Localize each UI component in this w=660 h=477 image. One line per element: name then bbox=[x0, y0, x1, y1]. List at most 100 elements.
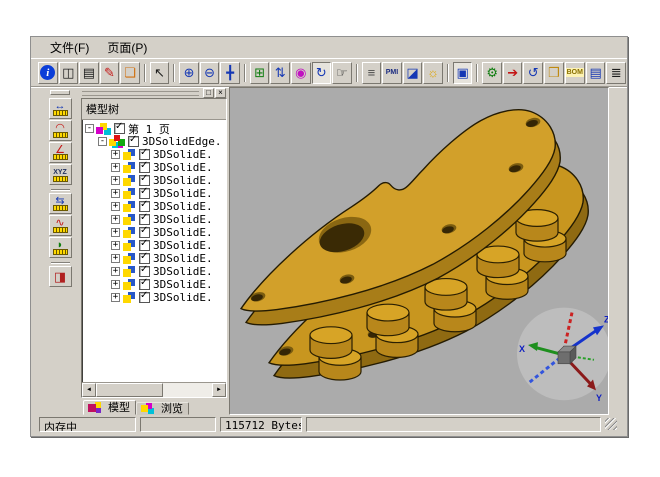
measure-volume-button[interactable]: ◨ bbox=[49, 266, 72, 287]
visibility-checkbox[interactable] bbox=[139, 162, 150, 173]
scroll-left-button[interactable]: ◄ bbox=[82, 383, 96, 397]
measure-radius-button[interactable]: ◠ bbox=[49, 120, 72, 141]
bom-button[interactable]: BOM bbox=[565, 62, 585, 84]
expand-toggle[interactable]: + bbox=[111, 163, 120, 172]
hand-pan-button[interactable]: ☞ bbox=[332, 62, 352, 84]
scroll-track[interactable] bbox=[96, 383, 212, 397]
tree-node-part[interactable]: + 3DSolidE. bbox=[82, 174, 226, 187]
measure-icon: ↔ bbox=[55, 101, 66, 112]
spin-button[interactable]: ↻ bbox=[312, 62, 332, 84]
visibility-checkbox[interactable] bbox=[139, 227, 150, 238]
export-button[interactable]: ❏ bbox=[120, 62, 140, 84]
tree-node-part[interactable]: + 3DSolidE. bbox=[82, 252, 226, 265]
expand-toggle[interactable]: + bbox=[111, 150, 120, 159]
markup-pen-button[interactable]: ✎ bbox=[100, 62, 120, 84]
pmi-button[interactable]: PMI bbox=[382, 62, 402, 84]
tree-node-part[interactable]: + 3DSolidE. bbox=[82, 226, 226, 239]
measure-gap-button[interactable]: ⇆ bbox=[49, 193, 72, 214]
zoom-window-button[interactable]: ⊞ bbox=[250, 62, 270, 84]
assembly-blocks-button[interactable]: ❒ bbox=[544, 62, 564, 84]
expand-toggle[interactable]: + bbox=[111, 228, 120, 237]
print-button[interactable]: ▤ bbox=[79, 62, 99, 84]
measure-coordinate-button[interactable]: XYZ bbox=[49, 164, 72, 185]
visibility-checkbox[interactable] bbox=[139, 175, 150, 186]
orientation-gizmo[interactable]: Z X Y bbox=[517, 308, 608, 404]
measure-icon: ⇆ bbox=[55, 196, 64, 207]
tree-node-part[interactable]: + 3DSolidE. bbox=[82, 161, 226, 174]
tab-browse[interactable]: 浏览 bbox=[136, 402, 189, 415]
tree-node-part[interactable]: + 3DSolidE. bbox=[82, 239, 226, 252]
expand-toggle[interactable]: + bbox=[111, 241, 120, 250]
visibility-checkbox[interactable] bbox=[139, 149, 150, 160]
panel-maximize-button[interactable]: □ bbox=[203, 88, 214, 98]
resize-grip[interactable] bbox=[605, 418, 617, 430]
toolbar-gripper[interactable] bbox=[50, 90, 70, 95]
tree-node-part[interactable]: + 3DSolidE. bbox=[82, 291, 226, 304]
tree-node-part[interactable]: + 3DSolidE. bbox=[82, 200, 226, 213]
tree-node-part[interactable]: + 3DSolidE. bbox=[82, 278, 226, 291]
panel-close-button[interactable]: × bbox=[215, 88, 226, 98]
pan-button[interactable]: ╋ bbox=[220, 62, 240, 84]
gripper-lines[interactable] bbox=[82, 90, 199, 96]
zoom-dynamic-button[interactable]: ⇅ bbox=[270, 62, 290, 84]
visibility-checkbox[interactable] bbox=[114, 123, 125, 134]
expand-toggle[interactable]: + bbox=[111, 293, 120, 302]
expand-toggle[interactable]: + bbox=[111, 267, 120, 276]
expand-toggle[interactable]: + bbox=[111, 254, 120, 263]
part-icon bbox=[122, 253, 136, 264]
tree-node-part[interactable]: + 3DSolidE. bbox=[82, 148, 226, 161]
scroll-thumb[interactable] bbox=[96, 383, 163, 397]
visibility-checkbox[interactable] bbox=[139, 201, 150, 212]
expand-toggle[interactable]: + bbox=[111, 176, 120, 185]
assembly-rotate-button[interactable]: ↺ bbox=[523, 62, 543, 84]
visibility-checkbox[interactable] bbox=[128, 136, 139, 147]
menu-file[interactable]: 文件(F) bbox=[41, 37, 98, 58]
visibility-checkbox[interactable] bbox=[139, 240, 150, 251]
toolbar-icon: ↻ bbox=[316, 66, 327, 79]
report-button[interactable]: ▤ bbox=[586, 62, 606, 84]
zoom-in-button[interactable]: ⊕ bbox=[179, 62, 199, 84]
tree-node-page[interactable]: - 第 1 页 bbox=[82, 122, 226, 135]
scroll-right-button[interactable]: ► bbox=[212, 383, 226, 397]
viewport-3d[interactable]: Z X Y bbox=[229, 87, 609, 415]
expand-toggle[interactable]: + bbox=[111, 202, 120, 211]
explode-button[interactable]: ⚙ bbox=[482, 62, 502, 84]
menu-page[interactable]: 页面(P) bbox=[98, 37, 156, 58]
expand-toggle[interactable]: + bbox=[111, 189, 120, 198]
tree-node-assembly[interactable]: - 3DSolidEdge. bbox=[82, 135, 226, 148]
measure-angle-button[interactable]: ∠ bbox=[49, 142, 72, 163]
expand-toggle[interactable]: - bbox=[98, 137, 107, 146]
zoom-out-button[interactable]: ⊖ bbox=[200, 62, 220, 84]
light-button[interactable]: ☼ bbox=[423, 62, 443, 84]
visibility-checkbox[interactable] bbox=[139, 188, 150, 199]
visibility-checkbox[interactable] bbox=[139, 279, 150, 290]
tree-node-part[interactable]: + 3DSolidE. bbox=[82, 187, 226, 200]
move-part-button[interactable]: ➔ bbox=[503, 62, 523, 84]
visibility-checkbox[interactable] bbox=[139, 292, 150, 303]
view-cube-button[interactable]: ◪ bbox=[403, 62, 423, 84]
orbit-button[interactable]: ◉ bbox=[291, 62, 311, 84]
tree-node-part[interactable]: + 3DSolidE. bbox=[82, 213, 226, 226]
panel-gripper[interactable]: □ × bbox=[81, 87, 227, 98]
tab-label: 模型 bbox=[108, 399, 130, 415]
expand-toggle[interactable]: + bbox=[111, 280, 120, 289]
tree-horizontal-scrollbar[interactable]: ◄ ► bbox=[82, 382, 226, 397]
info-button[interactable]: i bbox=[38, 62, 58, 84]
print-preview-button[interactable]: ◫ bbox=[59, 62, 79, 84]
measure-area-button[interactable]: ◗ bbox=[49, 237, 72, 258]
measure-curve-button[interactable]: ∿ bbox=[49, 215, 72, 236]
tree-view-button[interactable]: ≣ bbox=[606, 62, 626, 84]
tree-node-part[interactable]: + 3DSolidE. bbox=[82, 265, 226, 278]
layers-button[interactable]: ≡ bbox=[362, 62, 382, 84]
select-cursor-button[interactable]: ↖ bbox=[150, 62, 170, 84]
measure-distance-button[interactable]: ↔ bbox=[49, 98, 72, 119]
expand-toggle[interactable]: - bbox=[85, 124, 94, 133]
visibility-checkbox[interactable] bbox=[139, 214, 150, 225]
expand-toggle[interactable]: + bbox=[111, 215, 120, 224]
visibility-checkbox[interactable] bbox=[139, 253, 150, 264]
part-icon bbox=[122, 214, 136, 225]
snapshot-button[interactable]: ▣ bbox=[453, 62, 473, 84]
visibility-checkbox[interactable] bbox=[139, 266, 150, 277]
tab-model[interactable]: 模型 bbox=[83, 400, 136, 415]
tree-node-label: 3DSolidE. bbox=[153, 239, 213, 252]
